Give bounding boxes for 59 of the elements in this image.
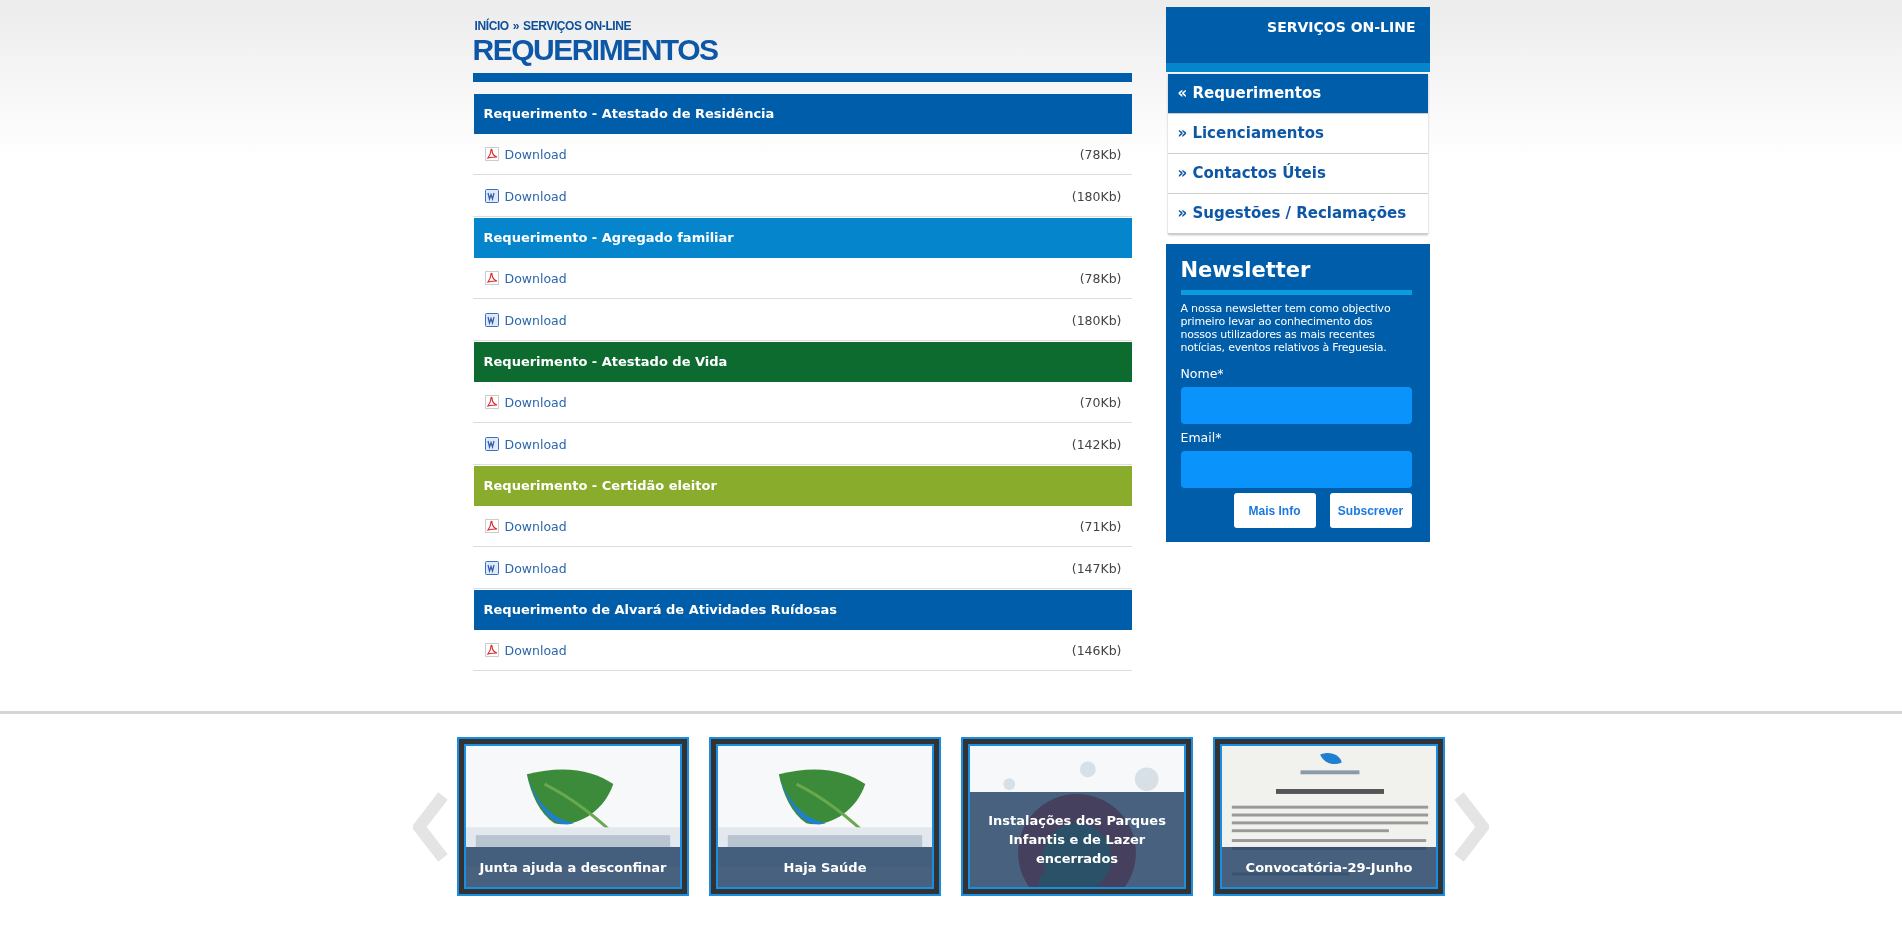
chevron-right-icon[interactable] xyxy=(1453,792,1489,862)
news-card[interactable]: Convocatória-29-Junho xyxy=(1213,737,1445,896)
news-card[interactable]: Junta ajuda a desconfinar xyxy=(457,737,689,896)
download-link[interactable]: Download xyxy=(504,188,567,204)
sidebar-menu-item[interactable]: » Contactos Úteis xyxy=(1167,154,1428,194)
news-card[interactable]: Haja Saúde xyxy=(709,737,941,896)
download-link[interactable]: Download xyxy=(504,560,567,576)
breadcrumb-separator: » xyxy=(512,19,520,33)
card-caption: Convocatória-29-Junho xyxy=(1222,847,1436,887)
breadcrumb-link[interactable]: SERVIÇOS ON-LINE xyxy=(523,19,632,33)
field-label: Email* xyxy=(1180,430,1223,445)
download-link[interactable]: Download xyxy=(504,518,567,534)
download-link[interactable]: Download xyxy=(504,312,567,328)
download-link[interactable]: Download xyxy=(504,394,567,410)
file-size: (180Kb) xyxy=(1071,188,1122,204)
subscribe-button[interactable]: Subscrever xyxy=(1329,493,1412,528)
file-size: (70Kb) xyxy=(1079,394,1122,410)
input-field[interactable] xyxy=(1180,387,1412,424)
file-size: (78Kb) xyxy=(1079,146,1122,162)
card-caption: Haja Saúde xyxy=(718,847,932,887)
file-size: (180Kb) xyxy=(1071,312,1122,328)
file-size: (147Kb) xyxy=(1071,560,1122,576)
card-caption: Instalações dos Parques Infantis e de Lazer encerrados xyxy=(970,792,1184,887)
pdf-file-icon xyxy=(484,643,499,657)
field-label: Nome* xyxy=(1180,366,1225,381)
file-size: (78Kb) xyxy=(1079,270,1122,286)
chevron-left-icon[interactable] xyxy=(413,792,449,862)
pdf-file-icon xyxy=(484,395,499,409)
breadcrumb-link[interactable]: INÍCIO xyxy=(474,19,509,33)
sidebar-menu-item[interactable]: » Sugestões / Reclamações xyxy=(1167,194,1428,234)
input-field[interactable] xyxy=(1180,451,1412,488)
word-file-icon xyxy=(484,313,499,327)
download-link[interactable]: Download xyxy=(504,270,567,286)
news-card[interactable]: Instalações dos Parques Infantis e de Lazer encerrados xyxy=(961,737,1193,896)
word-file-icon xyxy=(484,561,499,575)
pdf-file-icon xyxy=(484,271,499,285)
section-header: Requerimento - Agregado familiar xyxy=(473,218,1132,258)
word-file-icon xyxy=(484,437,499,451)
section-header: Requerimento de Alvará de Atividades Ruídosas xyxy=(473,590,1132,630)
pdf-file-icon xyxy=(484,147,499,161)
section-header: Requerimento - Atestado de Residência xyxy=(473,94,1132,134)
file-size: (146Kb) xyxy=(1071,642,1122,658)
file-size: (71Kb) xyxy=(1079,518,1122,534)
more-info-button[interactable]: Mais Info xyxy=(1233,493,1316,528)
newsletter-description: A nossa newsletter tem como objectivo primeiro levar ao conhecimento dos nossos utilizadores as mais recentes notícias, eventos relativos à Freguesia. xyxy=(1180,302,1392,354)
sidebar-menu-item[interactable]: » Licenciamentos xyxy=(1167,114,1428,154)
download-link[interactable]: Download xyxy=(504,642,567,658)
page-title: REQUERIMENTOS xyxy=(472,33,719,67)
pdf-file-icon xyxy=(484,519,499,533)
download-link[interactable]: Download xyxy=(504,146,567,162)
file-size: (142Kb) xyxy=(1071,436,1122,452)
sidebar-menu-item[interactable]: « Requerimentos xyxy=(1167,74,1428,114)
section-header: Requerimento - Certidão eleitor xyxy=(473,466,1132,506)
card-caption: Junta ajuda a desconfinar xyxy=(466,847,680,887)
word-file-icon xyxy=(484,189,499,203)
newsletter-title: Newsletter xyxy=(1180,258,1312,282)
sidebar-title: SERVIÇOS ON-LINE xyxy=(1267,19,1416,37)
download-link[interactable]: Download xyxy=(504,436,567,452)
section-header: Requerimento - Atestado de Vida xyxy=(473,342,1132,382)
